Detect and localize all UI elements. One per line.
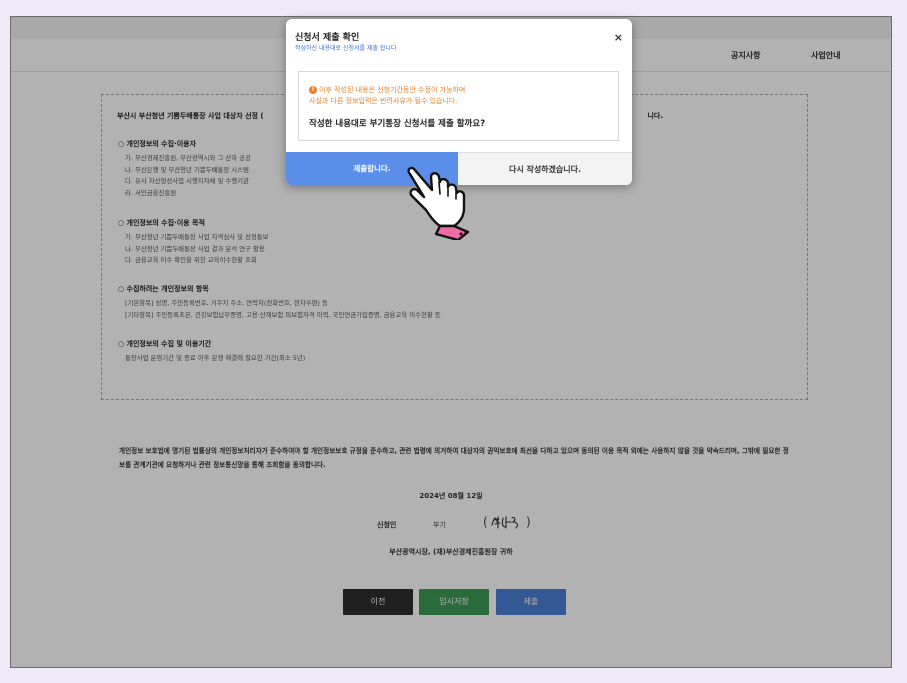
- modal-title: 신청서 제출 확인: [295, 33, 360, 43]
- confirm-question: 작성한 내용대로 부기통장 신청서를 제출 할까요?: [309, 119, 486, 129]
- pointing-hand-cursor-icon: [407, 166, 470, 240]
- modal-message-box: ! 이후 작성된 내용은 신청기간동안 수정이 가능하며 사실과 다른 정보입력은…: [298, 71, 619, 141]
- close-icon[interactable]: ×: [614, 31, 623, 44]
- warning-line-2: 사실과 다른 정보입력은 반려사유가 될수 있습니다.: [309, 97, 458, 105]
- modal-subtitle: 작성하신 내용대로 신청서를 제출 합니다: [295, 45, 397, 52]
- warning-icon: !: [309, 86, 317, 94]
- rewrite-button[interactable]: 다시 작성하겠습니다.: [458, 152, 632, 185]
- warning-message: ! 이후 작성된 내용은 신청기간동안 수정이 가능하며 사실과 다른 정보입력은…: [309, 85, 465, 107]
- warning-line-1: 이후 작성된 내용은 신청기간동안 수정이 가능하며: [319, 86, 466, 94]
